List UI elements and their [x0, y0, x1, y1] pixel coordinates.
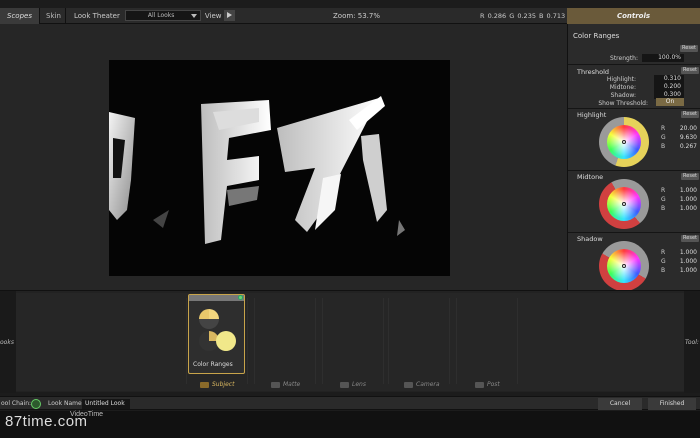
- midtone-g-value: 1.000: [679, 196, 697, 203]
- tile-label: Color Ranges: [193, 361, 233, 368]
- reset-highlight-button[interactable]: Reset: [681, 111, 699, 118]
- strength-label: Strength:: [610, 55, 638, 62]
- viewer-toolbar: Scopes Skin Look Theater All Looks View …: [0, 7, 567, 24]
- looks-side-label: ooks: [0, 339, 14, 346]
- preview-image: [109, 96, 405, 244]
- category-post[interactable]: Post: [475, 381, 500, 388]
- tool-enabled-icon[interactable]: [238, 295, 243, 300]
- shadow-wheel-puck[interactable]: [622, 264, 626, 268]
- lens-slot: [322, 298, 384, 384]
- looks-side-tab[interactable]: ooks: [0, 291, 16, 393]
- lens-icon: [340, 381, 349, 388]
- tool-title: Color Ranges: [573, 32, 620, 40]
- tool-chain-label: ool Chain:: [1, 400, 32, 407]
- strength-field[interactable]: 100.0%: [642, 54, 684, 62]
- shadow-rgb-values[interactable]: 1.000 1.000 1.000: [680, 248, 697, 275]
- camera-icon: [404, 381, 413, 388]
- play-button[interactable]: [224, 10, 236, 21]
- view-label: View: [204, 11, 222, 20]
- shadow-threshold-label: Shadow:: [610, 92, 636, 99]
- tab-skin[interactable]: Skin: [40, 7, 66, 24]
- shadow-section: Shadow Reset RGB 1.000 1.000 1.000: [568, 232, 700, 294]
- reset-threshold-button[interactable]: Reset: [681, 67, 699, 74]
- shadow-rgb-labels: RGB: [661, 249, 666, 274]
- category-lens[interactable]: Lens: [340, 381, 366, 388]
- midtone-b-value: 1.000: [679, 205, 697, 212]
- highlight-title: Highlight: [577, 111, 607, 119]
- highlight-g-value: 9.630: [679, 134, 697, 141]
- controls-panel: Color Ranges Reset Strength: 100.0% Thre…: [567, 24, 700, 294]
- highlight-wheel-puck[interactable]: [622, 140, 626, 144]
- camera-slot: [388, 298, 450, 384]
- show-threshold-label: Show Threshold:: [598, 100, 648, 107]
- finished-button[interactable]: Finished: [648, 398, 696, 410]
- show-threshold-toggle[interactable]: On: [656, 98, 684, 106]
- watermark-logo: 87time.com: [5, 413, 88, 430]
- highlight-rgb-values[interactable]: 20.00 9.630 0.267: [680, 124, 697, 151]
- midtone-title: Midtone: [577, 173, 604, 181]
- look-theater-select[interactable]: All Looks: [124, 10, 201, 21]
- highlight-section: Highlight Reset RGB 20.00 9.630 0.267: [568, 108, 700, 170]
- post-icon: [475, 381, 484, 388]
- midtone-wheel-puck[interactable]: [622, 202, 626, 206]
- controls-header: Controls: [567, 8, 700, 24]
- matte-icon: [271, 381, 280, 388]
- highlight-threshold-label: Highlight:: [606, 76, 636, 83]
- cancel-button[interactable]: Cancel: [598, 398, 642, 410]
- reset-shadow-button[interactable]: Reset: [681, 235, 699, 242]
- reset-midtone-button[interactable]: Reset: [681, 173, 699, 180]
- shadow-title: Shadow: [577, 235, 603, 243]
- category-camera[interactable]: Camera: [404, 381, 440, 388]
- look-name-label: Look Name:: [48, 400, 84, 407]
- watermark-footer: VideoTime 87time.com: [0, 411, 700, 438]
- midtone-r-value: 1.000: [679, 187, 697, 194]
- category-matte[interactable]: Matte: [271, 381, 300, 388]
- midtone-threshold-field[interactable]: 0.200: [654, 83, 684, 91]
- zoom-readout: Zoom: 53.7%: [333, 12, 381, 20]
- look-theater-select-value: All Looks: [147, 12, 175, 19]
- highlight-threshold-field[interactable]: 0.310: [654, 75, 684, 83]
- midtone-section: Midtone Reset RGB 1.000 1.000 1.000: [568, 170, 700, 232]
- midtone-rgb-labels: RGB: [661, 187, 666, 212]
- tool-category-area: [16, 293, 684, 391]
- subject-icon: [200, 381, 209, 388]
- category-subject[interactable]: Subject: [200, 381, 234, 388]
- color-ranges-icon: [199, 309, 236, 351]
- highlight-r-value: 20.00: [679, 125, 697, 132]
- look-name-field[interactable]: Untitled Look: [82, 399, 130, 409]
- midtone-color-wheel[interactable]: [599, 179, 649, 229]
- shadow-color-wheel[interactable]: [599, 241, 649, 291]
- matte-slot: [254, 298, 316, 384]
- tile-header: [189, 295, 244, 301]
- highlight-color-wheel[interactable]: [599, 117, 649, 167]
- shadow-r-value: 1.000: [679, 249, 697, 256]
- color-ranges-tool-tile[interactable]: Color Ranges: [188, 294, 245, 374]
- shadow-b-value: 1.000: [679, 267, 697, 274]
- tab-scopes[interactable]: Scopes: [0, 7, 40, 24]
- power-icon[interactable]: [31, 399, 41, 409]
- midtone-threshold-label: Midtone:: [609, 84, 636, 91]
- highlight-b-value: 0.267: [679, 143, 697, 150]
- rgb-readout: R 0.286 G 0.235 B 0.713: [480, 12, 566, 20]
- chevron-down-icon: [190, 14, 197, 18]
- tools-side-tab[interactable]: Tool:: [684, 291, 700, 393]
- bottom-bar: ool Chain: Look Name: Untitled Look Canc…: [0, 396, 700, 410]
- midtone-rgb-values[interactable]: 1.000 1.000 1.000: [680, 186, 697, 213]
- tools-side-label: Tool:: [685, 339, 699, 346]
- preview-canvas[interactable]: [109, 60, 450, 276]
- tool-strip: ooks Tool:: [0, 290, 700, 393]
- reset-strength-button[interactable]: Reset: [680, 45, 698, 52]
- image-viewer: [0, 24, 567, 290]
- post-slot: [456, 298, 518, 384]
- look-theater-label: Look Theater: [74, 11, 120, 20]
- threshold-title: Threshold: [577, 68, 610, 76]
- shadow-g-value: 1.000: [679, 258, 697, 265]
- highlight-rgb-labels: RGB: [661, 125, 666, 150]
